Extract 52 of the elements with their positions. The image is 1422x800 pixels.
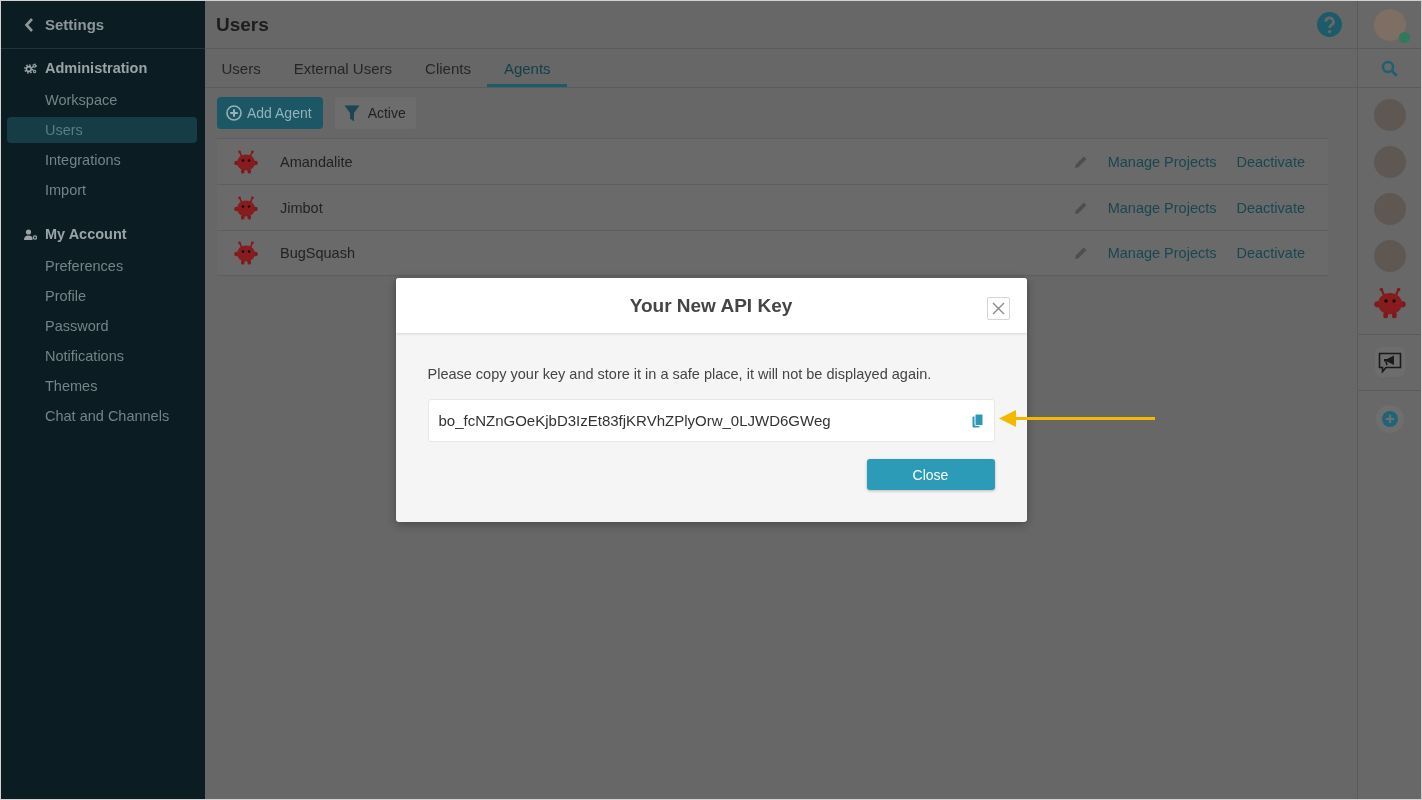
deactivate-link[interactable]: Deactivate (1236, 153, 1305, 170)
avatar-placeholder[interactable] (1373, 8, 1406, 41)
chevron-left-icon (24, 16, 34, 33)
sidebar-item[interactable]: Themes (7, 373, 197, 399)
section-title: My Account (45, 226, 127, 242)
sidebar-item[interactable]: Chat and Channels (7, 403, 197, 429)
tab[interactable]: Agents (487, 49, 568, 87)
add-agent-button[interactable]: Add Agent (217, 97, 323, 129)
user-gear-icon (24, 228, 37, 240)
close-dialog-button[interactable]: Close (866, 459, 995, 490)
agent-name: BugSquash (280, 245, 356, 261)
close-icon (991, 301, 1005, 315)
funnel-icon (343, 104, 360, 122)
monster-icon (1373, 287, 1406, 319)
sidebar-item[interactable]: Password (7, 313, 197, 339)
help-icon[interactable] (1317, 12, 1342, 37)
agent-name: Amandalite (280, 153, 354, 170)
sidebar-item[interactable]: Import (7, 177, 197, 203)
monster-icon (234, 195, 258, 220)
monster-icon (234, 149, 258, 174)
tab[interactable]: Users (205, 49, 278, 87)
add-circle-icon[interactable] (1375, 405, 1404, 433)
sidebar-item[interactable]: Workspace (7, 87, 197, 113)
close-button[interactable] (986, 296, 1010, 320)
manage-projects-link[interactable]: Manage Projects (1107, 153, 1217, 170)
deactivate-link[interactable]: Deactivate (1236, 245, 1305, 261)
pencil-icon[interactable] (1073, 154, 1088, 169)
api-key-field[interactable]: bo_fcNZnGOeKjbD3IzEt83fjKRVhZPlyOrw_0LJWD6GWeg (427, 399, 995, 442)
sidebar-item[interactable]: Users (7, 117, 197, 143)
copy-icon[interactable] (971, 413, 983, 428)
monster-icon (234, 241, 258, 265)
sidebar-item[interactable]: Integrations (7, 147, 197, 173)
pencil-icon[interactable] (1073, 246, 1088, 260)
manage-projects-link[interactable]: Manage Projects (1107, 199, 1217, 216)
search-icon[interactable] (1381, 59, 1398, 77)
sidebar-item[interactable]: Profile (7, 283, 197, 309)
sidebar-item[interactable]: Notifications (7, 343, 197, 369)
pencil-icon[interactable] (1073, 200, 1088, 215)
tab[interactable]: External Users (277, 49, 409, 87)
plus-circle-icon (226, 105, 242, 121)
tab[interactable]: Clients (408, 49, 488, 87)
deactivate-link[interactable]: Deactivate (1236, 199, 1305, 216)
section-title: Administration (45, 60, 148, 76)
manage-projects-link[interactable]: Manage Projects (1107, 245, 1217, 261)
api-key-text: bo_fcNZnGOeKjbD3IzEt83fjKRVhZPlyOrw_0LJWD6GWeg (438, 412, 831, 429)
sidebar-item[interactable]: Preferences (7, 253, 197, 279)
gears-icon (24, 62, 37, 74)
agent-name: Jimbot (280, 199, 324, 216)
modal-message: Please copy your key and store it in a safe place, it will not be displayed again. (427, 365, 933, 384)
page-title: Users (216, 13, 269, 36)
modal-title: Your New API Key (629, 294, 793, 317)
filter-button[interactable]: Active (334, 97, 416, 129)
